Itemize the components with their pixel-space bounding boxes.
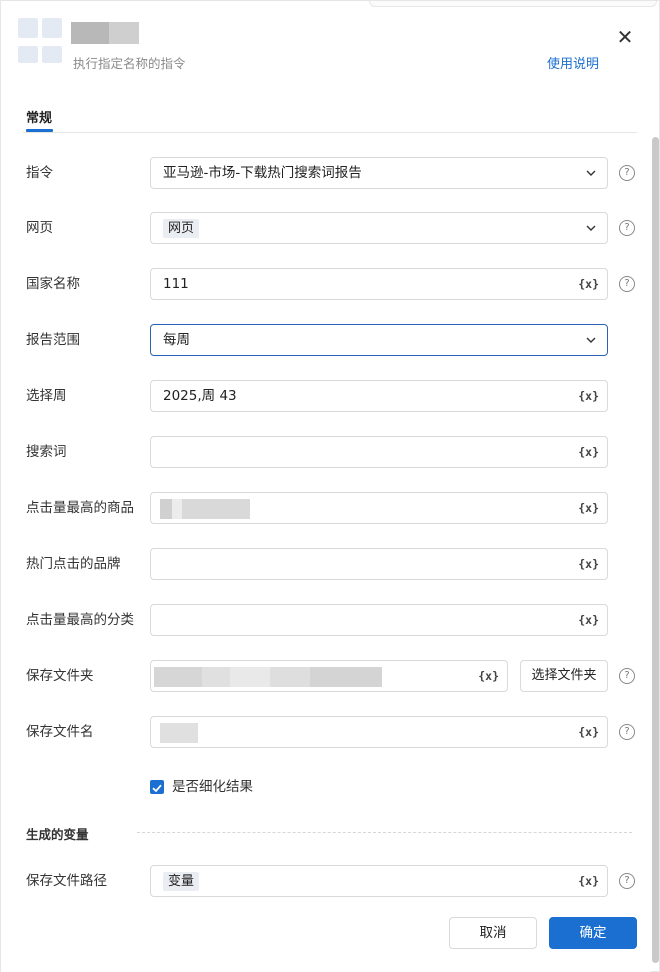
top-brand-label: 热门点击的品牌 (26, 556, 121, 572)
save-filename-row: 保存文件名 {x} ? (1, 716, 651, 748)
command-dialog: 执行指定名称的指令 使用说明 ✕ 常规 指令 亚马逊-市场-下载热门搜索词报告 … (0, 0, 660, 972)
top-category-input[interactable]: {x} (150, 604, 608, 636)
webpage-label: 网页 (26, 220, 53, 236)
report-range-label: 报告范围 (26, 332, 80, 348)
top-product-row: 点击量最高的商品 {x} (1, 492, 651, 524)
save-folder-input[interactable]: {x} (150, 660, 508, 692)
chevron-down-icon (586, 225, 596, 231)
save-folder-label: 保存文件夹 (26, 668, 94, 684)
report-range-value: 每周 (163, 332, 190, 348)
search-term-input[interactable]: {x} (150, 436, 608, 468)
redacted-value (182, 499, 250, 519)
select-week-input[interactable]: 2025,周 43 {x} (150, 380, 608, 412)
redacted-value (172, 499, 182, 519)
country-row: 国家名称 111 {x} ? (1, 268, 651, 300)
usage-help-link[interactable]: 使用说明 (547, 53, 599, 72)
variable-icon[interactable]: {x} (578, 388, 599, 404)
chevron-down-icon (586, 337, 596, 343)
variable-chip: 变量 (163, 872, 200, 891)
tab-divider (23, 132, 637, 133)
confirm-button[interactable]: 确定 (549, 917, 637, 949)
help-icon[interactable]: ? (619, 165, 635, 181)
help-icon[interactable]: ? (619, 668, 635, 684)
report-range-row: 报告范围 每周 (1, 324, 651, 356)
select-week-row: 选择周 2025,周 43 {x} (1, 380, 651, 412)
cancel-button[interactable]: 取消 (449, 917, 537, 949)
variable-icon[interactable]: {x} (578, 873, 599, 889)
command-value: 亚马逊-市场-下载热门搜索词报告 (163, 165, 362, 181)
help-icon[interactable]: ? (619, 276, 635, 292)
variable-icon[interactable]: {x} (478, 668, 499, 684)
top-product-input[interactable]: {x} (150, 492, 608, 524)
app-icon (18, 18, 64, 64)
top-brand-row: 热门点击的品牌 {x} (1, 548, 651, 580)
country-label: 国家名称 (26, 276, 80, 292)
refine-results-checkbox[interactable] (150, 780, 164, 794)
close-icon[interactable]: ✕ (615, 27, 635, 47)
redacted-value (160, 723, 198, 743)
chevron-down-icon (586, 170, 596, 176)
variable-icon[interactable]: {x} (578, 276, 599, 292)
command-row: 指令 亚马逊-市场-下载热门搜索词报告 ? (1, 157, 651, 189)
select-week-value: 2025,周 43 (163, 388, 237, 404)
redacted-value (202, 667, 230, 687)
top-brand-input[interactable]: {x} (150, 548, 608, 580)
search-term-row: 搜索词 {x} (1, 436, 651, 468)
webpage-chip: 网页 (163, 219, 200, 238)
command-label: 指令 (26, 165, 53, 181)
generated-variables-title: 生成的变量 (26, 827, 89, 842)
search-term-label: 搜索词 (26, 444, 67, 460)
dialog-subtitle: 执行指定名称的指令 (73, 56, 186, 71)
redacted-value (310, 667, 382, 687)
choose-folder-button[interactable]: 选择文件夹 (520, 660, 608, 692)
variable-icon[interactable]: {x} (578, 612, 599, 628)
select-week-label: 选择周 (26, 388, 67, 404)
redacted-value (270, 667, 310, 687)
country-value: 111 (163, 276, 189, 292)
report-range-select[interactable]: 每周 (150, 324, 608, 356)
section-divider (137, 832, 632, 833)
scrollbar-thumb[interactable] (652, 137, 659, 963)
save-filename-label: 保存文件名 (26, 724, 94, 740)
save-filename-input[interactable]: {x} (150, 716, 608, 748)
save-path-label: 保存文件路径 (26, 873, 107, 889)
command-select[interactable]: 亚马逊-市场-下载热门搜索词报告 (150, 157, 608, 189)
redacted-value (160, 499, 172, 519)
help-icon[interactable]: ? (619, 724, 635, 740)
save-path-input[interactable]: 变量 {x} (150, 865, 608, 897)
variable-icon[interactable]: {x} (578, 500, 599, 516)
dialog-title-redacted (71, 22, 139, 44)
tab-general[interactable]: 常规 (26, 107, 52, 126)
variable-icon[interactable]: {x} (578, 444, 599, 460)
variable-icon[interactable]: {x} (578, 724, 599, 740)
background-window-edge (369, 1, 657, 7)
variable-icon[interactable]: {x} (578, 556, 599, 572)
country-input[interactable]: 111 {x} (150, 268, 608, 300)
redacted-value (230, 667, 270, 687)
checkmark-icon (152, 784, 162, 793)
webpage-row: 网页 网页 ? (1, 212, 651, 244)
help-icon[interactable]: ? (619, 873, 635, 889)
webpage-select[interactable]: 网页 (150, 212, 608, 244)
save-folder-row: 保存文件夹 {x} 选择文件夹 ? (1, 660, 651, 692)
top-product-label: 点击量最高的商品 (26, 500, 134, 516)
top-category-label: 点击量最高的分类 (26, 612, 134, 628)
save-path-row: 保存文件路径 变量 {x} ? (1, 865, 651, 897)
top-category-row: 点击量最高的分类 {x} (1, 604, 651, 636)
help-icon[interactable]: ? (619, 220, 635, 236)
refine-results-label: 是否细化结果 (172, 779, 253, 795)
redacted-value (154, 667, 202, 687)
